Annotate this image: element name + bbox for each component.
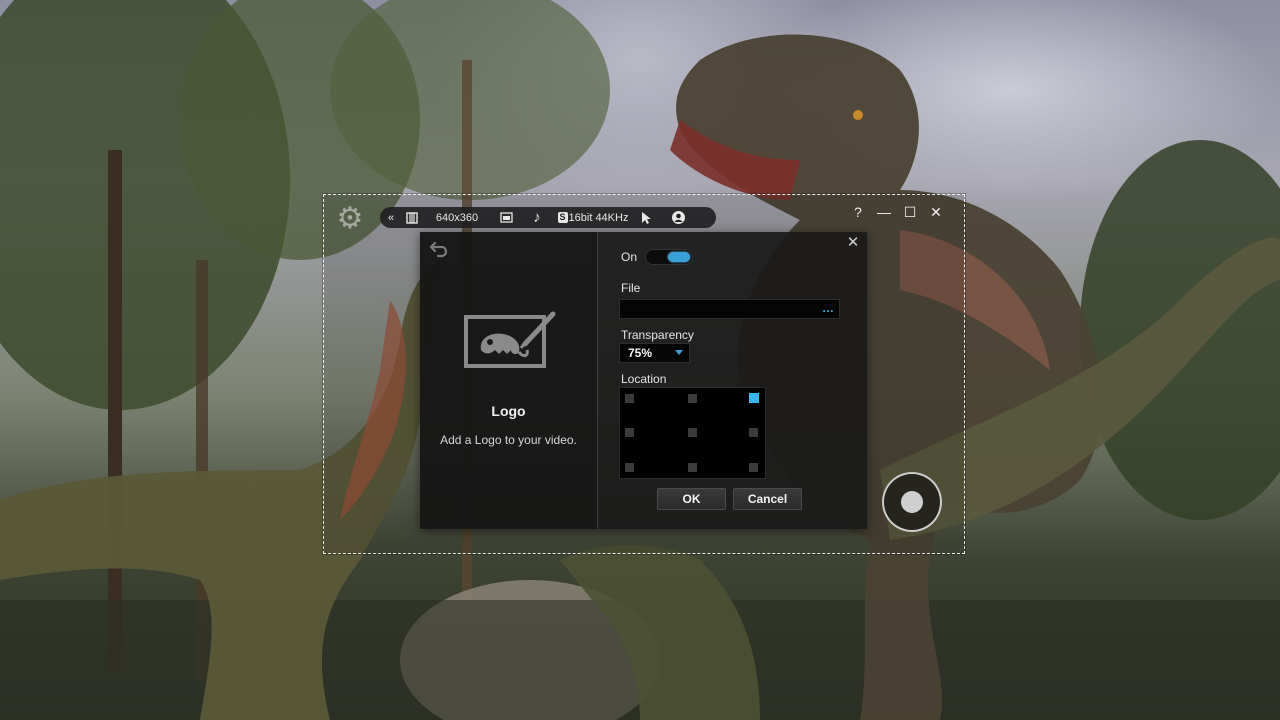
film-icon[interactable]: [402, 207, 422, 228]
gear-icon[interactable]: ⚙: [333, 202, 367, 236]
audio-badge: S: [557, 212, 568, 223]
minimize-icon[interactable]: —: [874, 202, 894, 222]
dropdown-arrow-icon: [675, 350, 683, 355]
capture-toolbar: « 640x360 ♪ S 16bit 44KHz: [380, 207, 716, 228]
record-dot: [901, 491, 923, 513]
transparency-select[interactable]: 75%: [619, 343, 690, 363]
dialog-close-icon[interactable]: ✕: [845, 235, 861, 251]
logo-chameleon-icon: [463, 308, 559, 377]
collapse-icon[interactable]: «: [380, 207, 402, 228]
on-label: On: [621, 250, 638, 264]
location-middle-center[interactable]: [688, 428, 697, 437]
dialog-info-pane: Logo Add a Logo to your video.: [420, 232, 598, 529]
location-top-right[interactable]: [749, 393, 759, 403]
location-middle-right[interactable]: [749, 428, 758, 437]
logo-dialog: Logo Add a Logo to your video. ✕ On File…: [420, 232, 867, 529]
ok-button[interactable]: OK: [657, 488, 726, 510]
transparency-label: Transparency: [621, 328, 694, 342]
browse-button[interactable]: …: [822, 300, 835, 318]
audio-format-label[interactable]: S 16bit 44KHz: [554, 207, 632, 228]
file-path-field[interactable]: …: [619, 299, 840, 319]
cancel-button[interactable]: Cancel: [733, 488, 802, 510]
maximize-icon[interactable]: ☐: [900, 202, 920, 222]
location-middle-left[interactable]: [625, 428, 634, 437]
record-icon[interactable]: [882, 472, 942, 532]
webcam-icon[interactable]: [660, 207, 696, 228]
location-bottom-center[interactable]: [688, 463, 697, 472]
transparency-value: 75%: [628, 346, 653, 360]
cursor-icon[interactable]: [632, 207, 660, 228]
location-top-center[interactable]: [688, 394, 697, 403]
location-label: Location: [621, 372, 667, 386]
enable-toggle[interactable]: [645, 249, 693, 265]
location-top-left[interactable]: [625, 394, 634, 403]
window-controls: ? — ☐ ✕: [848, 202, 946, 222]
resolution-label[interactable]: 640x360: [422, 207, 492, 228]
dialog-title: Logo: [491, 403, 526, 419]
window-icon[interactable]: [492, 207, 520, 228]
location-bottom-right[interactable]: [749, 463, 758, 472]
help-icon[interactable]: ?: [848, 202, 868, 222]
location-bottom-left[interactable]: [625, 463, 634, 472]
close-icon[interactable]: ✕: [926, 202, 946, 222]
back-arrow-icon[interactable]: [429, 239, 449, 259]
toggle-knob: [668, 252, 690, 262]
location-grid: [619, 387, 766, 479]
music-note-icon[interactable]: ♪: [520, 207, 554, 228]
dialog-description: Add a Logo to your video.: [440, 433, 577, 447]
file-label: File: [621, 281, 641, 295]
audio-format-text: 16bit 44KHz: [568, 211, 629, 224]
